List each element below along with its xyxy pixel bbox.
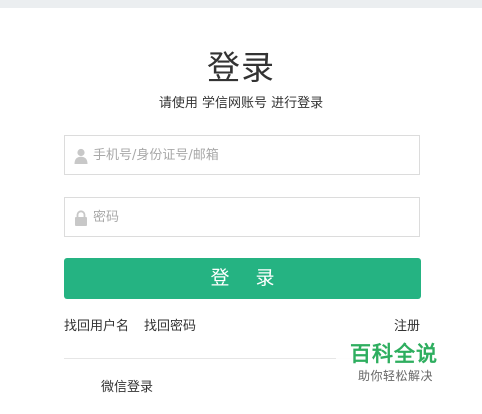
register-link[interactable]: 注册 [394, 318, 420, 336]
page-subtitle: 请使用 学信网账号 进行登录 [158, 96, 324, 111]
top-strip [0, 0, 482, 8]
account-field[interactable] [64, 135, 420, 175]
watermark: 百科全说 助你轻松解决 [336, 339, 458, 389]
find-password-link[interactable]: 找回密码 [144, 318, 196, 336]
watermark-logo: 百科全说 [350, 342, 438, 366]
user-icon [74, 148, 88, 164]
lock-icon [74, 210, 88, 226]
password-input[interactable] [93, 198, 413, 236]
account-input[interactable] [93, 136, 413, 174]
page-title: 登录 [207, 48, 275, 87]
password-field[interactable] [64, 197, 420, 237]
wechat-login-link[interactable]: 微信登录 [101, 379, 153, 397]
find-username-link[interactable]: 找回用户名 [64, 318, 129, 336]
login-button[interactable]: 登 录 [64, 258, 421, 299]
watermark-tagline: 助你轻松解决 [358, 369, 434, 383]
